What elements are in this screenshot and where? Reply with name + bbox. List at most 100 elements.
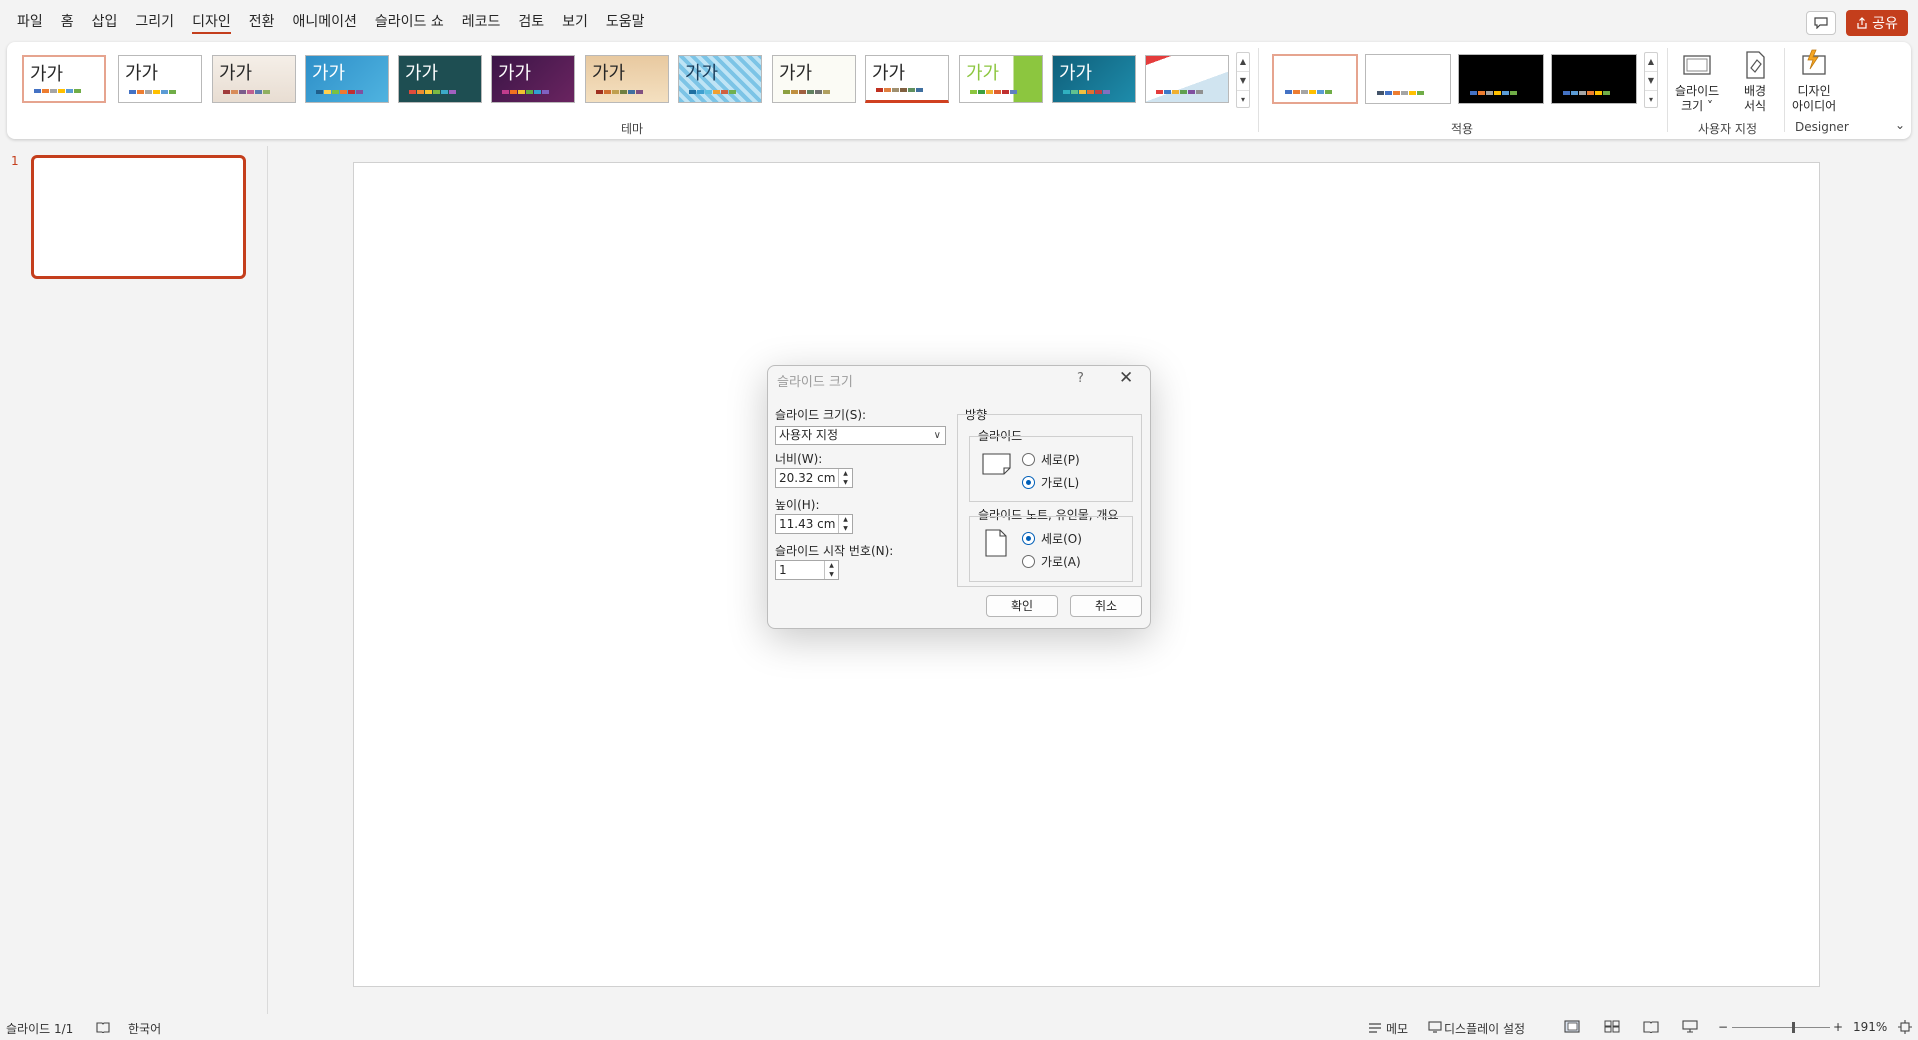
notes-portrait-radio[interactable]: 세로(O) bbox=[1022, 530, 1082, 547]
theme-preview-text: 가가 bbox=[498, 63, 532, 83]
slide-sorter-icon[interactable] bbox=[1604, 1020, 1620, 1033]
slide-portrait-radio[interactable]: 세로(P) bbox=[1022, 451, 1080, 468]
tab-record[interactable]: 레코드 bbox=[453, 0, 510, 42]
theme-11[interactable]: 가가 bbox=[959, 55, 1043, 103]
customize-group-label: 사용자 지정 bbox=[1698, 122, 1758, 136]
portrait-page-icon bbox=[985, 529, 1007, 557]
tab-slideshow[interactable]: 슬라이드 쇼 bbox=[366, 0, 453, 42]
width-label: 너비(W): bbox=[775, 452, 823, 466]
close-icon[interactable]: ✕ bbox=[1119, 368, 1133, 388]
format-background-button[interactable]: 배경 서식 bbox=[1740, 48, 1770, 114]
notes-button[interactable]: 메모 bbox=[1386, 1020, 1408, 1037]
collapse-ribbon-icon[interactable]: ⌄ bbox=[1895, 118, 1905, 132]
theme-5[interactable]: 가가 bbox=[398, 55, 482, 103]
notes-portrait-label: 세로(O) bbox=[1041, 532, 1082, 546]
zoom-slider-handle[interactable] bbox=[1792, 1022, 1795, 1033]
tab-file[interactable]: 파일 bbox=[8, 0, 52, 42]
spin-down-icon[interactable]: ▼ bbox=[839, 478, 852, 487]
slide-size-select[interactable]: 사용자 지정 ∨ bbox=[775, 426, 946, 445]
theme-7[interactable]: 가가 bbox=[585, 55, 669, 103]
variant-4[interactable] bbox=[1551, 54, 1637, 104]
theme-10[interactable]: 가가 bbox=[865, 55, 949, 103]
accessibility-icon[interactable] bbox=[96, 1021, 110, 1033]
chevron-down-icon: ∨ bbox=[933, 430, 941, 441]
slide-thumbnail[interactable] bbox=[31, 155, 246, 279]
zoom-level[interactable]: 191% bbox=[1853, 1020, 1887, 1034]
normal-view-icon[interactable] bbox=[1564, 1020, 1580, 1033]
tab-transitions[interactable]: 전환 bbox=[240, 0, 284, 42]
landscape-page-icon bbox=[982, 453, 1011, 475]
theme-13[interactable]: 가가 bbox=[1145, 55, 1229, 103]
start-number-label: 슬라이드 시작 번호(N): bbox=[775, 544, 894, 558]
radio-icon bbox=[1022, 555, 1035, 568]
tab-help[interactable]: 도움말 bbox=[597, 0, 654, 42]
variants-scroll[interactable]: ▲ ▼ ▾ bbox=[1644, 52, 1658, 108]
tab-design[interactable]: 디자인 bbox=[183, 0, 240, 42]
theme-office[interactable]: 가가 bbox=[22, 55, 106, 103]
tab-insert[interactable]: 삽입 bbox=[83, 0, 127, 42]
tab-view[interactable]: 보기 bbox=[553, 0, 597, 42]
zoom-out-icon[interactable]: − bbox=[1718, 1020, 1728, 1034]
share-label: 공유 bbox=[1872, 16, 1898, 32]
fit-to-window-icon[interactable] bbox=[1898, 1020, 1912, 1034]
ok-button[interactable]: 확인 bbox=[986, 595, 1058, 617]
spin-down-icon[interactable]: ▼ bbox=[825, 570, 838, 579]
scroll-down-icon[interactable]: ▼ bbox=[1645, 72, 1657, 91]
help-icon[interactable]: ? bbox=[1077, 371, 1084, 386]
tab-review[interactable]: 검토 bbox=[509, 0, 553, 42]
start-number-input[interactable]: 1 ▲ ▼ bbox=[775, 560, 839, 580]
slide-portrait-label: 세로(P) bbox=[1041, 453, 1080, 467]
spin-up-icon[interactable]: ▲ bbox=[839, 469, 852, 478]
tab-animations[interactable]: 애니메이션 bbox=[283, 0, 365, 42]
spin-up-icon[interactable]: ▲ bbox=[839, 515, 852, 524]
spin-up-icon[interactable]: ▲ bbox=[825, 561, 838, 570]
radio-icon bbox=[1022, 453, 1035, 466]
zoom-in-icon[interactable]: + bbox=[1833, 1020, 1843, 1034]
theme-9[interactable]: 가가 bbox=[772, 55, 856, 103]
theme-3[interactable]: 가가 bbox=[212, 55, 296, 103]
cancel-button[interactable]: 취소 bbox=[1070, 595, 1142, 617]
spin-down-icon[interactable]: ▼ bbox=[839, 524, 852, 533]
variant-2[interactable] bbox=[1365, 54, 1451, 104]
theme-2[interactable]: 가가 bbox=[118, 55, 202, 103]
scroll-up-icon[interactable]: ▲ bbox=[1645, 53, 1657, 72]
divider bbox=[1784, 48, 1785, 132]
height-input[interactable]: 11.43 cm ▲ ▼ bbox=[775, 514, 853, 534]
width-input[interactable]: 20.32 cm ▲ ▼ bbox=[775, 468, 853, 488]
variant-3[interactable] bbox=[1458, 54, 1544, 104]
notes-landscape-radio[interactable]: 가로(A) bbox=[1022, 553, 1081, 570]
zoom-slider[interactable] bbox=[1732, 1027, 1830, 1028]
comments-button[interactable] bbox=[1806, 11, 1836, 35]
more-icon[interactable]: ▾ bbox=[1237, 91, 1249, 109]
slide-size-icon bbox=[1683, 55, 1711, 75]
theme-8[interactable]: 가가 bbox=[678, 55, 762, 103]
theme-12[interactable]: 가가 bbox=[1052, 55, 1136, 103]
theme-preview-text: 가가 bbox=[966, 63, 1000, 83]
slide-size-value: 사용자 지정 bbox=[779, 428, 839, 442]
theme-preview-text: 가가 bbox=[219, 63, 253, 83]
scroll-down-icon[interactable]: ▼ bbox=[1237, 72, 1249, 91]
reading-view-icon[interactable] bbox=[1643, 1020, 1659, 1033]
language-indicator[interactable]: 한국어 bbox=[128, 1020, 161, 1037]
width-value: 20.32 cm bbox=[779, 471, 836, 485]
slideshow-view-icon[interactable] bbox=[1682, 1020, 1698, 1033]
format-background-icon bbox=[1746, 51, 1765, 79]
themes-scroll[interactable]: ▲ ▼ ▾ bbox=[1236, 52, 1250, 108]
slide-thumbnail-panel: 1 bbox=[0, 146, 268, 1014]
theme-4[interactable]: 가가 bbox=[305, 55, 389, 103]
designer-button[interactable]: 디자인 아이디어 bbox=[1792, 48, 1836, 114]
tab-home[interactable]: 홈 bbox=[52, 0, 83, 42]
slide-size-button[interactable]: 슬라이드 크기 ˅ bbox=[1675, 48, 1719, 114]
theme-6[interactable]: 가가 bbox=[491, 55, 575, 103]
slide-number: 1 bbox=[11, 154, 19, 168]
share-button[interactable]: 공유 bbox=[1846, 10, 1908, 36]
height-label: 높이(H): bbox=[775, 498, 820, 512]
theme-preview-text: 가가 bbox=[779, 63, 813, 83]
tab-draw[interactable]: 그리기 bbox=[126, 0, 183, 42]
display-settings-button[interactable]: 디스플레이 설정 bbox=[1444, 1020, 1525, 1037]
slide-landscape-radio[interactable]: 가로(L) bbox=[1022, 474, 1079, 491]
theme-preview-text: 가가 bbox=[592, 63, 626, 83]
variant-1[interactable] bbox=[1272, 54, 1358, 104]
scroll-up-icon[interactable]: ▲ bbox=[1237, 53, 1249, 72]
more-icon[interactable]: ▾ bbox=[1645, 91, 1657, 109]
